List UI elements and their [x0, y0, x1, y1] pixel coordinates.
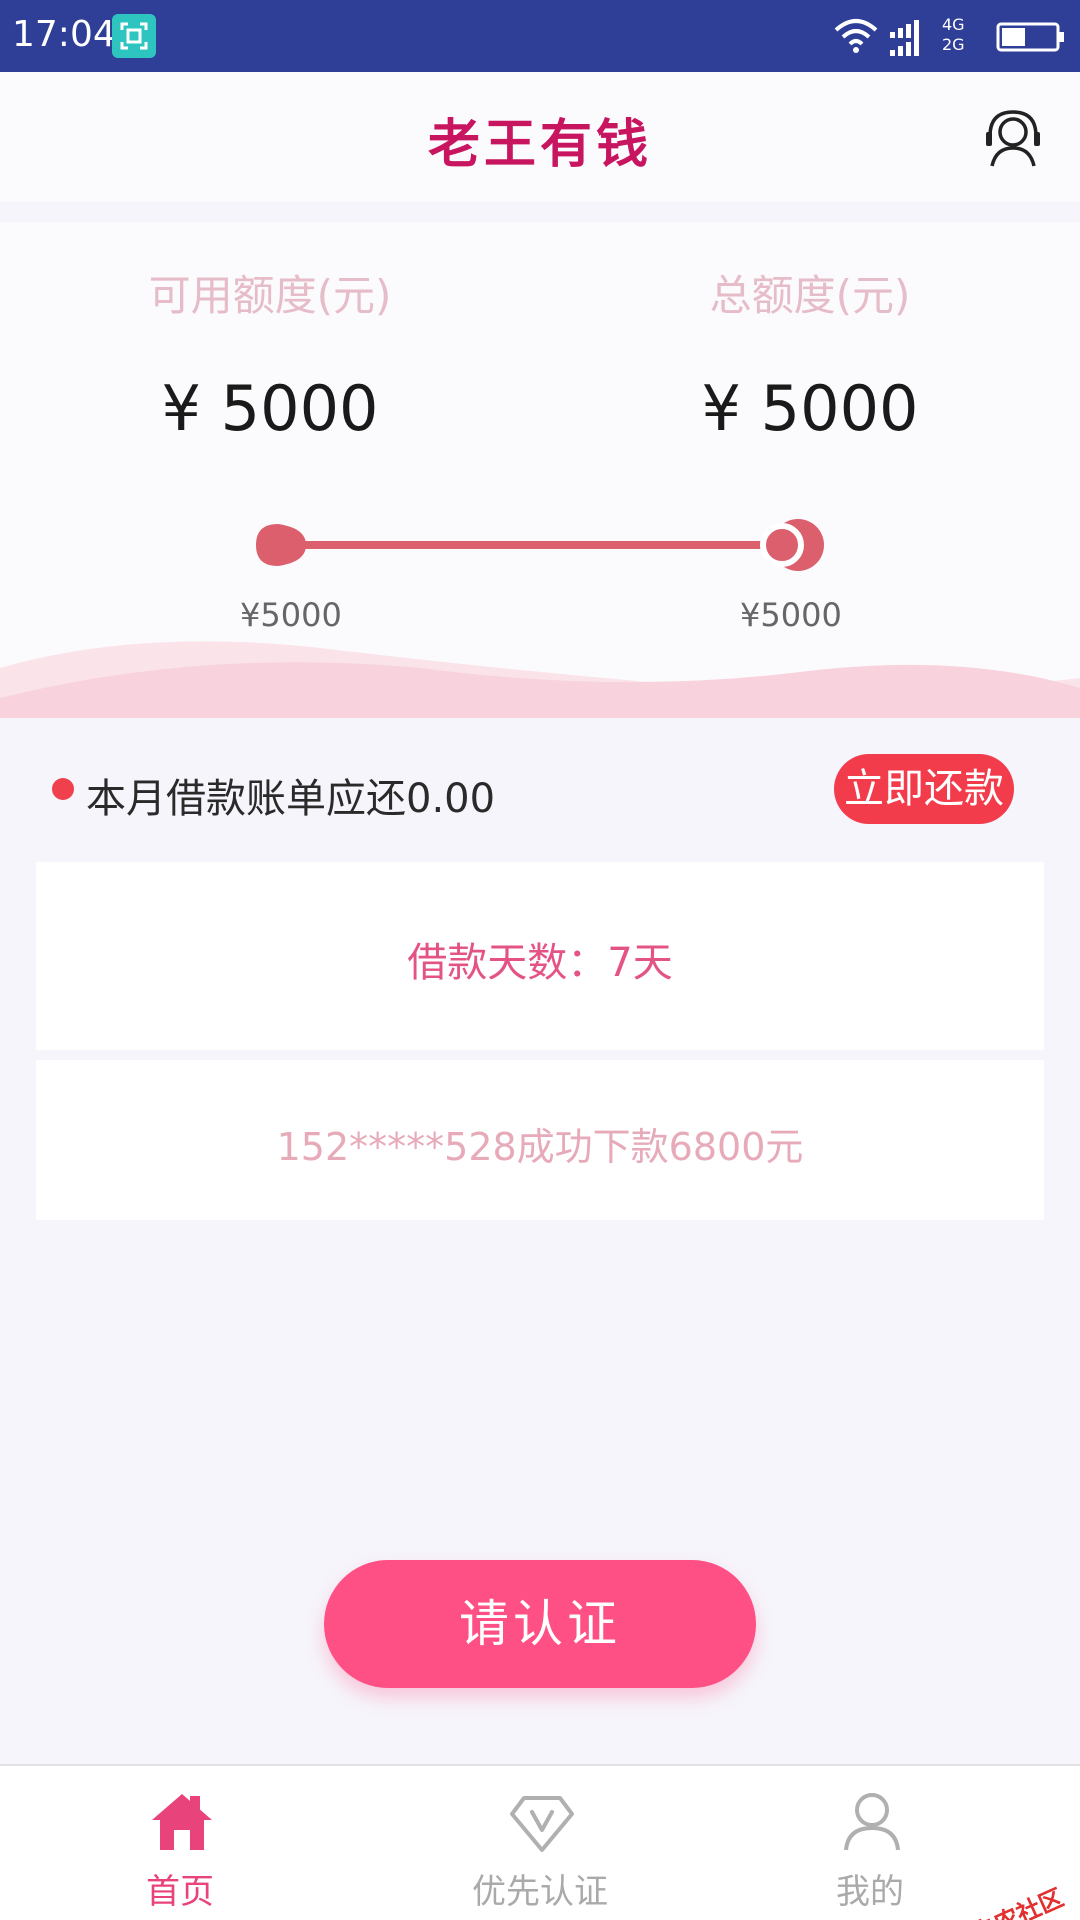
app-title: 老王有钱 [427, 115, 652, 175]
screenshot-notification-icon [112, 14, 156, 58]
nav-item-priority-certify[interactable]: 优先认证 [360, 1766, 720, 1920]
available-credit-amount: ¥ 5000 [161, 372, 379, 445]
credit-panel: 可用额度(元) ¥ 5000 总额度(元) ¥ 5000 ¥5000 ¥5000 [0, 222, 1080, 718]
customer-service-headset-icon[interactable] [982, 108, 1044, 170]
network-type-bottom: 2G [942, 35, 965, 54]
app-header: 老王有钱 [0, 72, 1080, 202]
user-icon [844, 1793, 900, 1851]
loan-notice-card: 152*****528成功下款6800元 [36, 1060, 1044, 1220]
slider-thumb[interactable] [760, 523, 804, 567]
decorative-wave [0, 641, 1080, 718]
repay-now-button[interactable]: 立即还款 [834, 754, 1014, 824]
status-time: 17:04 [12, 14, 116, 55]
vip-diamond-icon [510, 1796, 574, 1852]
nav-label-home: 首页 [146, 1872, 214, 1912]
bill-indicator-dot [52, 778, 74, 800]
bill-text: 本月借款账单应还0.00 [86, 776, 496, 822]
signal-icon [890, 20, 919, 56]
nav-label-mine: 我的 [836, 1872, 904, 1912]
nav-item-home[interactable]: 首页 [0, 1766, 360, 1920]
certify-button[interactable]: 请认证 [324, 1560, 756, 1688]
slider-start-handle [256, 524, 306, 566]
home-icon [152, 1794, 212, 1850]
bottom-navigation: 首页 优先认证 我的 卡农社区 [0, 1764, 1080, 1920]
network-type-top: 4G [942, 15, 965, 34]
loan-notice-text: 152*****528成功下款6800元 [276, 1125, 804, 1169]
nav-label-priority-certify: 优先认证 [472, 1872, 608, 1912]
loan-days-card[interactable]: 借款天数：7天 [36, 862, 1044, 1050]
status-bar: 17:04 4G 2G [0, 0, 1080, 72]
amount-slider[interactable] [0, 514, 1080, 574]
available-credit-label: 可用额度(元) [148, 271, 392, 320]
loan-days-text: 借款天数：7天 [407, 940, 673, 986]
total-credit-label: 总额度(元) [709, 271, 911, 320]
wifi-icon [834, 19, 878, 53]
battery-icon [996, 22, 1064, 52]
total-credit-amount: ¥ 5000 [701, 372, 919, 445]
status-indicators: 4G 2G [832, 0, 1072, 72]
monthly-bill-row: 本月借款账单应还0.00 立即还款 [0, 740, 1080, 840]
